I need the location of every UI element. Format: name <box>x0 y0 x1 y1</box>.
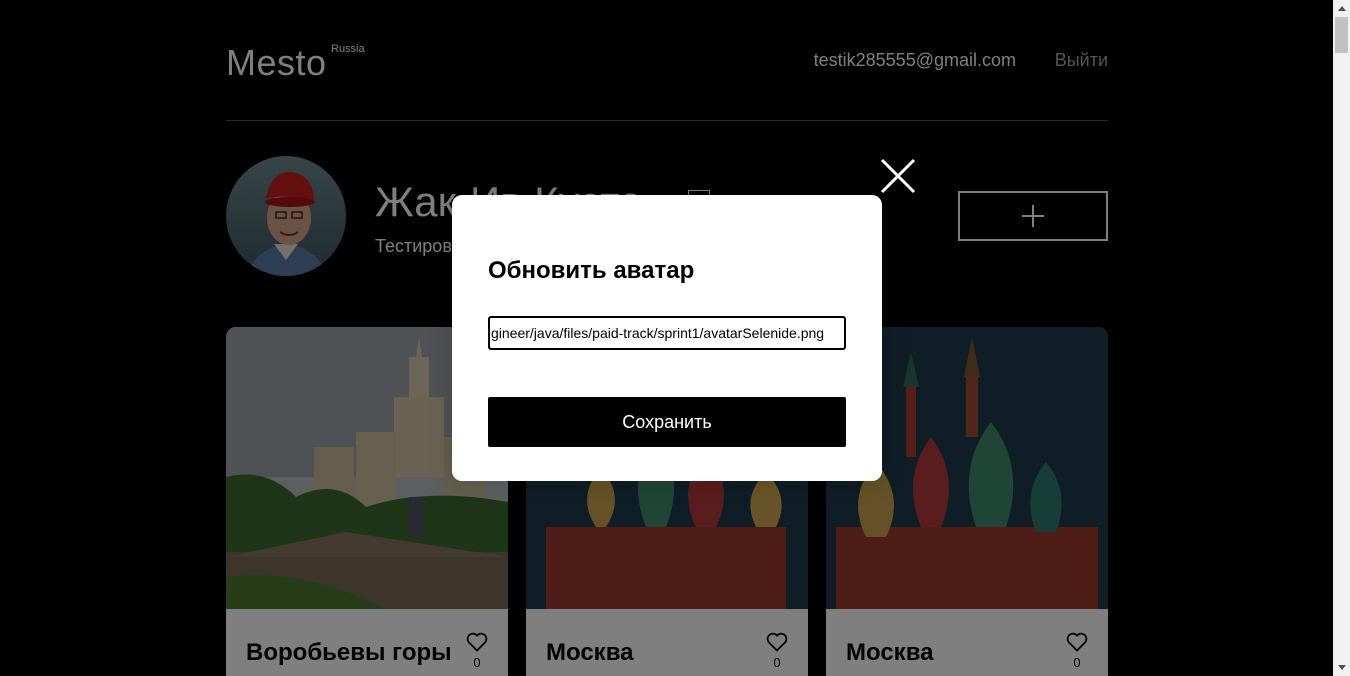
save-button[interactable]: Сохранить <box>488 397 846 447</box>
close-button[interactable] <box>880 158 916 194</box>
scrollbar[interactable] <box>1333 0 1350 676</box>
avatar-url-input[interactable] <box>488 316 846 350</box>
scrollbar-thumb[interactable] <box>1335 17 1348 53</box>
close-icon <box>880 158 916 194</box>
update-avatar-modal: Обновить аватар Сохранить <box>452 195 882 481</box>
chevron-down-icon <box>1337 665 1346 670</box>
modal-title: Обновить аватар <box>488 257 695 284</box>
chevron-up-icon <box>1337 6 1346 11</box>
scroll-down-button[interactable] <box>1333 659 1350 676</box>
scroll-up-button[interactable] <box>1333 0 1350 17</box>
page: Mesto Russia testik285555@gmail.com Выйт… <box>0 0 1333 676</box>
